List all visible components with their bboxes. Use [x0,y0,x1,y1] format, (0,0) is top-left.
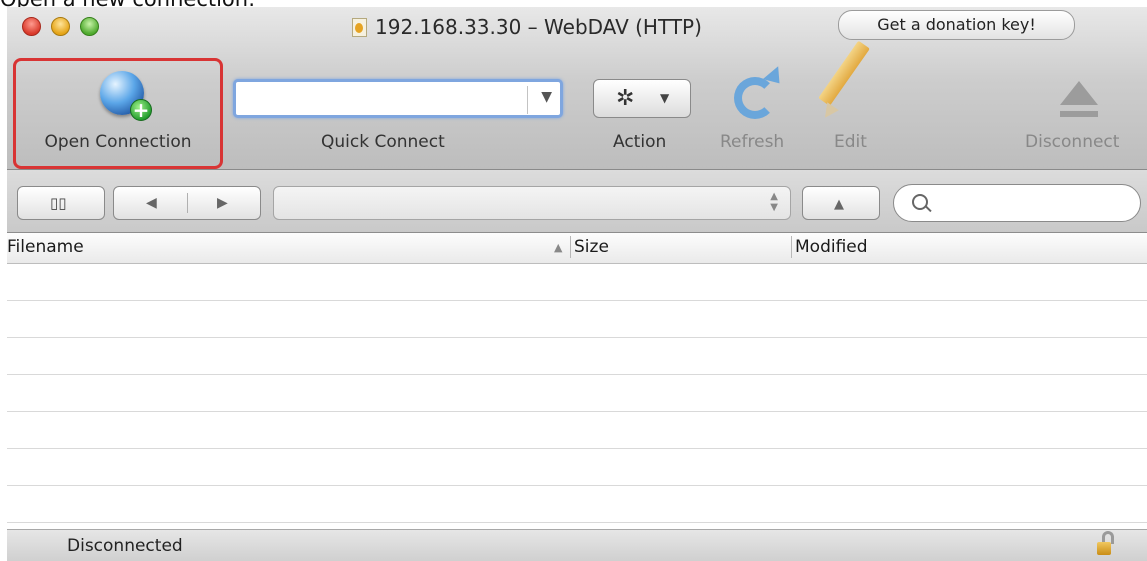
column-header-modified[interactable]: Modified [795,233,868,263]
zoom-window-button[interactable] [80,17,99,36]
list-row-empty [7,412,1147,449]
column-separator[interactable] [791,236,792,258]
parent-directory-button[interactable]: ▲ [802,186,880,220]
window-title: 192.168.33.30 – WebDAV (HTTP) [375,15,702,39]
action-label: Action [613,132,667,152]
list-row-empty [7,486,1147,523]
column-header-size[interactable]: Size [574,233,609,263]
updown-chevron-icon: ▲ ▼ [770,191,778,213]
pencil-icon[interactable] [818,40,870,107]
combobox-divider [527,86,528,114]
refresh-label: Refresh [720,132,785,152]
column-separator[interactable] [570,236,571,258]
history-navigation: ◀ ▶ [113,186,261,220]
lock-body [1097,542,1111,555]
quick-connect-label: Quick Connect [321,132,445,152]
open-connection-button[interactable]: + Open Connection [13,58,223,169]
search-icon [912,194,928,210]
segment-divider [187,193,188,213]
edit-label: Edit [834,132,867,152]
pencil-tip [819,102,839,122]
up-arrow-icon: ▲ [834,197,844,212]
path-popup-menu[interactable]: ▲ ▼ [273,186,791,220]
chevron-down-icon: ▼ [660,91,670,105]
list-row-empty [7,301,1147,338]
forward-arrow-icon[interactable]: ▶ [217,195,228,211]
navigation-bar: ▯▯ ◀ ▶ ▲ ▼ ▲ [7,170,1147,233]
app-window: 192.168.33.30 – WebDAV (HTTP) Get a dona… [7,7,1147,561]
list-row-empty [7,449,1147,486]
document-proxy-icon [352,17,367,37]
close-window-button[interactable] [22,17,41,36]
search-input[interactable] [893,184,1141,222]
open-connection-label: Open Connection [44,132,192,152]
minimize-window-button[interactable] [51,17,70,36]
back-arrow-icon[interactable]: ◀ [146,195,157,211]
disconnect-label: Disconnect [1025,132,1120,152]
eject-bar [1060,111,1098,117]
sort-ascending-icon: ▲ [554,241,563,254]
file-list[interactable] [7,264,1147,523]
file-list-header: Filename ▲ Size Modified [7,233,1147,264]
action-menu-button[interactable]: ✲ ▼ [593,79,691,118]
column-header-filename[interactable]: Filename [7,233,84,263]
toolbar: 192.168.33.30 – WebDAV (HTTP) Get a dona… [7,7,1147,170]
gear-icon: ✲ [616,86,635,111]
chevron-down-icon[interactable]: ▼ [541,89,552,105]
donation-key-button[interactable]: Get a donation key! [838,10,1075,40]
bookmark-icon: ▯▯ [50,194,67,212]
status-text: Disconnected [67,536,183,556]
list-row-empty [7,264,1147,301]
list-row-empty [7,338,1147,375]
add-badge-icon: + [130,99,152,121]
eject-icon[interactable] [1060,81,1098,105]
window-title-bar: 192.168.33.30 – WebDAV (HTTP) [352,13,702,41]
bookmarks-toggle-button[interactable]: ▯▯ [17,186,105,220]
status-bar: Disconnected [7,529,1147,561]
list-row-empty [7,375,1147,412]
quick-connect-combobox[interactable]: ▼ [233,79,563,118]
